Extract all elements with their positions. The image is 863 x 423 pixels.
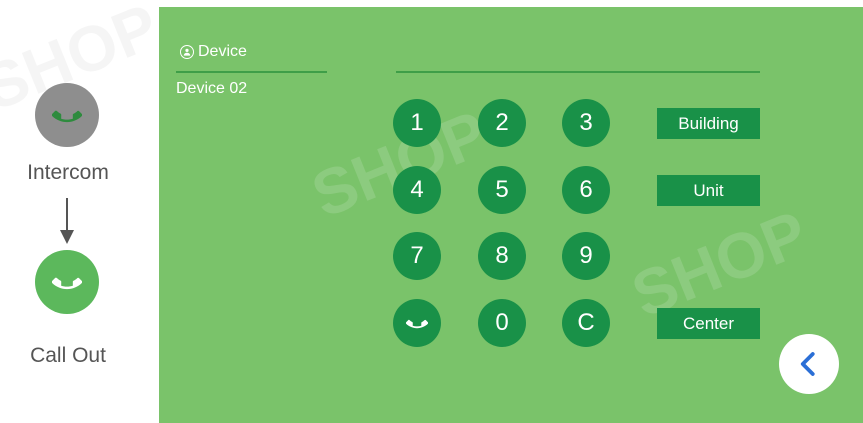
dial-panel: SHOP SHOP Device Device 02 1 2 3 4 5 6 7… <box>159 7 863 423</box>
key-3[interactable]: 3 <box>562 99 610 147</box>
call-out-button[interactable] <box>35 250 99 314</box>
phone-handset-icon <box>406 319 428 329</box>
flow-arrow-head <box>60 230 74 244</box>
device-title: Device <box>198 43 247 60</box>
center-button[interactable]: Center <box>657 308 760 339</box>
key-0[interactable]: 0 <box>478 299 526 347</box>
call-key[interactable] <box>393 299 441 347</box>
key-4[interactable]: 4 <box>393 166 441 214</box>
key-5[interactable]: 5 <box>478 166 526 214</box>
intercom-button[interactable] <box>35 83 99 147</box>
user-icon <box>180 45 194 59</box>
phone-handset-icon <box>52 277 82 290</box>
phone-handset-icon <box>52 110 82 123</box>
key-1[interactable]: 1 <box>393 99 441 147</box>
device-header-divider <box>176 71 327 73</box>
flow-arrow <box>66 198 68 232</box>
call-mode-panel: SHOP Intercom Call Out <box>0 0 168 423</box>
back-button[interactable] <box>779 334 839 394</box>
key-2[interactable]: 2 <box>478 99 526 147</box>
dial-input-field[interactable] <box>396 71 760 73</box>
building-button[interactable]: Building <box>657 108 760 139</box>
call-out-label: Call Out <box>30 344 106 367</box>
device-list-item[interactable]: Device 02 <box>176 80 247 98</box>
unit-button[interactable]: Unit <box>657 175 760 206</box>
key-8[interactable]: 8 <box>478 232 526 280</box>
device-header: Device <box>180 43 247 61</box>
key-6[interactable]: 6 <box>562 166 610 214</box>
key-7[interactable]: 7 <box>393 232 441 280</box>
key-9[interactable]: 9 <box>562 232 610 280</box>
chevron-left-icon <box>800 352 815 376</box>
intercom-label: Intercom <box>27 161 109 184</box>
clear-key[interactable]: C <box>562 299 610 347</box>
